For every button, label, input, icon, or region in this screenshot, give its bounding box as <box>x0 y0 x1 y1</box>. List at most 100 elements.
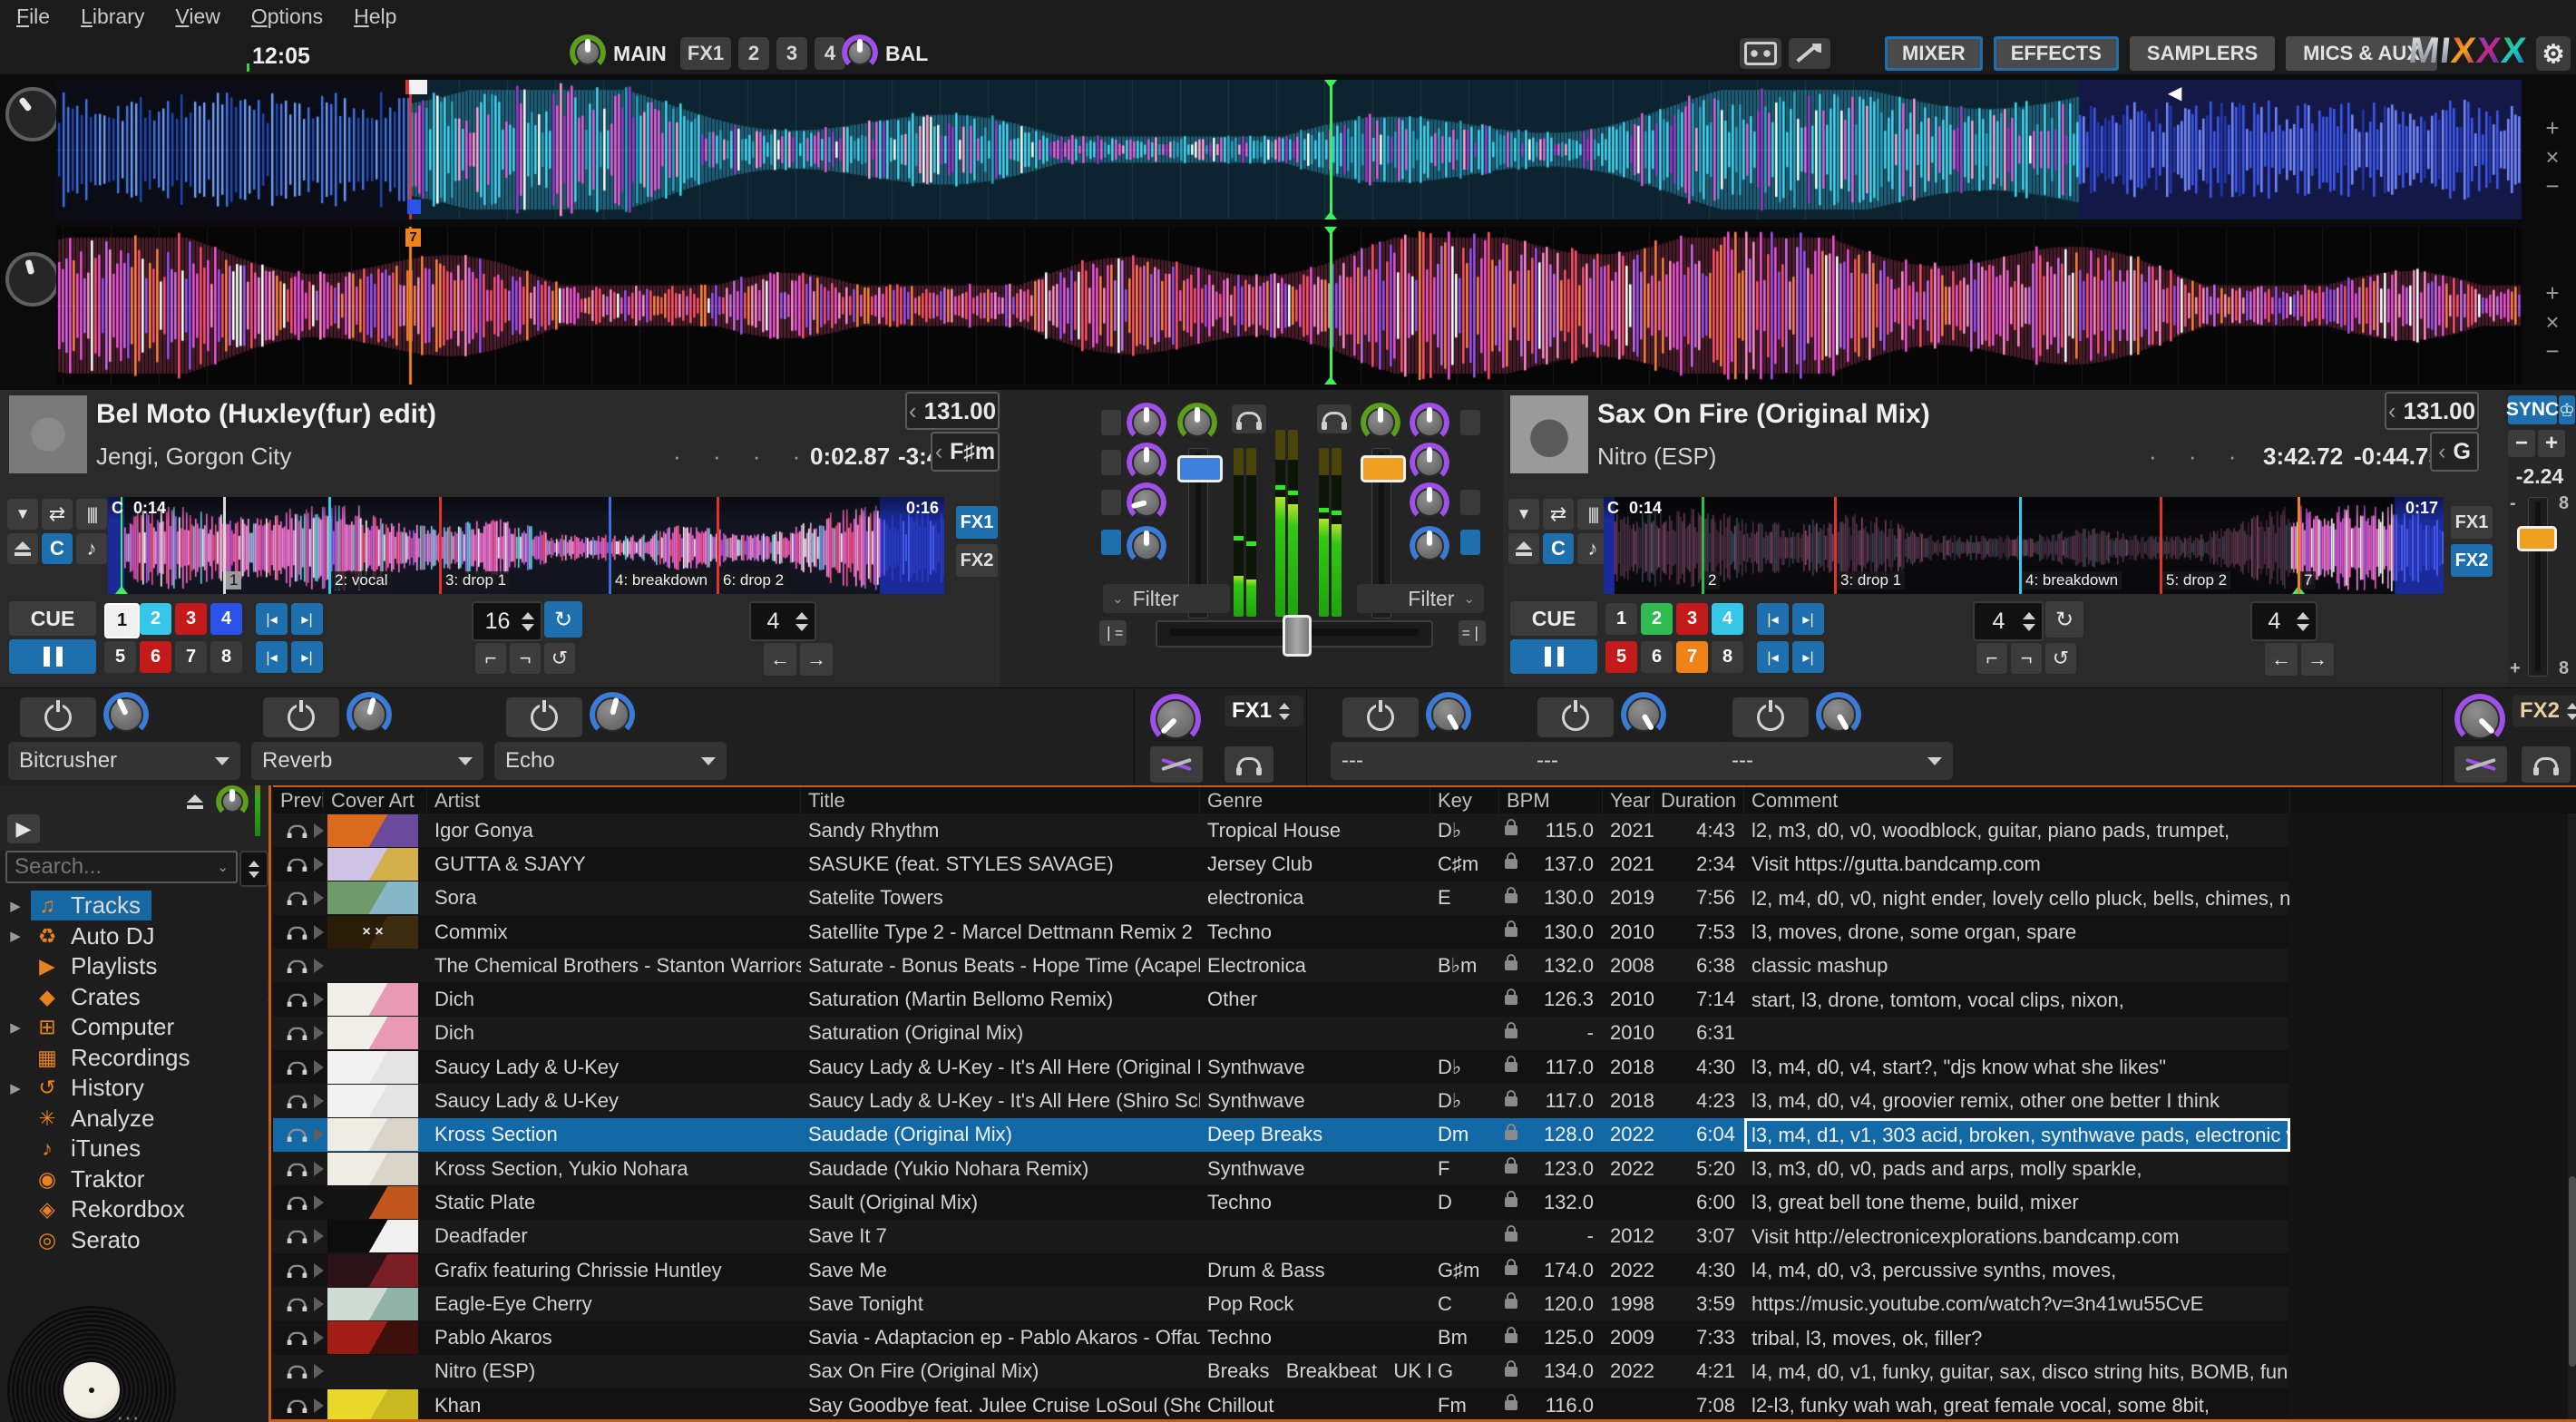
sidebar-item-recordings[interactable]: ▦Recordings <box>0 1043 268 1073</box>
deck1-slip-button[interactable]: C <box>42 533 73 564</box>
deck2-reloop-button[interactable]: ↺ <box>2045 643 2076 674</box>
sidebar-item-analyze[interactable]: ✳Analyze <box>0 1104 268 1134</box>
table-row[interactable]: Saucy Lady & U-KeySaucy Lady & U-Key - I… <box>273 1050 2288 1084</box>
headphone-icon[interactable] <box>288 892 307 904</box>
sidebar-item-rekordbox[interactable]: ◈Rekordbox <box>0 1194 268 1224</box>
bpm-lock-icon[interactable] <box>1505 1299 1517 1309</box>
bpm-lock-icon[interactable] <box>1505 995 1517 1005</box>
deck2-loop-size-spinbox[interactable]: 4 <box>1973 601 2044 641</box>
ch1-gain-knob[interactable] <box>1177 403 1217 443</box>
ch1-fx2-toggle[interactable] <box>1101 450 1121 475</box>
deck1-overview-waveform[interactable]: C 0:14 0:16 12: vocal3: drop 14: breakdo… <box>108 497 944 594</box>
headphone-icon[interactable] <box>288 1231 307 1242</box>
preview-cell[interactable] <box>273 959 324 973</box>
fx1-slot2-enable-button[interactable] <box>263 697 339 737</box>
play-icon[interactable] <box>314 1263 324 1278</box>
deck2-fx2-assign[interactable]: FX2 <box>2451 544 2493 577</box>
fx1-mix-mode-button[interactable] <box>1150 746 1203 783</box>
play-icon[interactable] <box>314 823 324 838</box>
play-icon[interactable] <box>314 1364 324 1378</box>
deck2-cover-art[interactable] <box>1510 395 1588 473</box>
deck1-hotcue-2[interactable]: 2 <box>140 603 171 635</box>
sidebar-item-playlists[interactable]: ▶Playlists <box>0 951 268 981</box>
deck2-beatjump-back-button[interactable]: ← <box>2265 643 2298 676</box>
table-row[interactable]: Kross SectionSaudade (Original Mix)Deep … <box>273 1118 2288 1152</box>
deck1-hotcue-3[interactable]: 3 <box>175 603 207 635</box>
fx1-slot1-enable-button[interactable] <box>20 697 96 737</box>
play-icon[interactable] <box>314 1398 324 1413</box>
deck2-play-pause-button[interactable] <box>1510 639 1597 674</box>
deck1-loop-in-marker-button[interactable]: ⌐ <box>475 643 506 674</box>
expand-arrow-icon[interactable]: ▶ <box>0 1080 31 1096</box>
table-row[interactable]: SoraSatelite TowerselectronicaE130.02019… <box>273 881 2288 915</box>
ch1-quickfx-selector[interactable]: ⌄ Filter <box>1103 584 1230 613</box>
play-icon[interactable] <box>314 1297 324 1311</box>
record-button[interactable] <box>1740 38 1781 69</box>
headphone-icon[interactable] <box>288 1061 307 1073</box>
fx2-mix-mode-button[interactable] <box>2454 746 2507 783</box>
deck2-hotcue-7[interactable]: 7 <box>1676 641 1708 673</box>
sidebar-item-tracks[interactable]: ▶♫Tracks <box>0 891 268 920</box>
fx2-slot1-enable-button[interactable] <box>1342 697 1419 737</box>
preview-cell[interactable] <box>273 891 324 905</box>
deck2-loop-in-button[interactable]: |◂ <box>1757 603 1789 635</box>
spinner-arrows[interactable] <box>795 612 815 631</box>
play-icon[interactable] <box>314 1330 324 1345</box>
deck1-spinny[interactable] <box>5 87 60 141</box>
sidebar-item-itunes[interactable]: ♪iTunes <box>0 1134 268 1164</box>
bpm-lock-icon[interactable] <box>1505 893 1517 903</box>
deck2-loop-out-marker-button[interactable]: ¬ <box>2011 643 2042 674</box>
deck1-loop-in-button[interactable]: |◂ <box>256 603 288 635</box>
deck2-bpm-box[interactable]: ‹131.00 <box>2385 392 2479 430</box>
deck1-hotcue-5[interactable]: 5 <box>104 641 136 673</box>
chevron-down-icon[interactable]: ⌄ <box>217 859 236 875</box>
deck2-hotcue-8[interactable]: 8 <box>1712 641 1743 673</box>
deck2-zoom-in[interactable]: + <box>2534 279 2571 307</box>
column-header-preview[interactable]: Preview <box>273 787 324 813</box>
menu-file[interactable]: File <box>16 5 50 29</box>
table-row[interactable]: DeadfaderSave It 7-20123:07Visit http://… <box>273 1220 2288 1253</box>
fx2-slot3-meta-knob[interactable] <box>1816 692 1861 737</box>
crossfader[interactable] <box>1156 620 1433 648</box>
column-header-title[interactable]: Title <box>801 787 1200 813</box>
preview-cell[interactable] <box>273 1330 324 1345</box>
preview-cell[interactable] <box>273 1229 324 1243</box>
table-row[interactable]: Static PlateSault (Original Mix)TechnoD1… <box>273 1185 2288 1219</box>
main-fx-assign-3[interactable]: 3 <box>776 37 807 70</box>
deck2-hotcue-1[interactable]: 1 <box>1605 603 1637 635</box>
bpm-lock-icon[interactable] <box>1505 1232 1517 1242</box>
headphone-icon[interactable] <box>288 1028 307 1039</box>
ch2-quickfx-toggle[interactable] <box>1460 530 1480 555</box>
table-row[interactable]: Igor GonyaSandy RhythmTropical HouseD♭11… <box>273 813 2288 847</box>
deck1-quantize-button[interactable]: ♪ <box>76 533 107 564</box>
ch1-quickfx-knob[interactable] <box>1127 526 1166 566</box>
deck2-fx1-assign[interactable]: FX1 <box>2451 506 2493 539</box>
deck1-loop-out-button[interactable]: ▸| <box>291 603 323 635</box>
deck1-cover-art[interactable] <box>9 395 87 473</box>
headphone-icon[interactable] <box>288 1264 307 1276</box>
deck1-passthrough-button[interactable]: ▼ <box>7 499 38 530</box>
deck2-jump-end-button[interactable]: ▸| <box>1792 641 1824 673</box>
deck2-sync-button[interactable]: SYNC <box>2508 395 2557 424</box>
play-icon[interactable] <box>314 1026 324 1040</box>
fx2-slot3-enable-button[interactable] <box>1732 697 1809 737</box>
deck2-key-box[interactable]: ‹G <box>2430 432 2479 472</box>
fx1-slot2-meta-knob[interactable] <box>346 692 392 737</box>
ch1-fx3-toggle[interactable] <box>1101 490 1121 515</box>
headphone-icon[interactable] <box>288 1399 307 1411</box>
deck1-play-pause-button[interactable] <box>9 639 96 674</box>
table-row[interactable]: Eagle-Eye CherrySave TonightPop RockC120… <box>273 1287 2288 1320</box>
preview-cell[interactable] <box>273 857 324 872</box>
deck1-eject-button[interactable] <box>7 533 38 564</box>
ch1-high-eq-knob[interactable] <box>1127 403 1166 443</box>
menu-help[interactable]: Help <box>354 5 396 29</box>
ch2-gain-knob[interactable] <box>1361 403 1400 443</box>
sidebar-item-history[interactable]: ▶↺History <box>0 1073 268 1103</box>
deck1-bpm-box[interactable]: ‹131.00 <box>905 392 1000 430</box>
headphone-icon[interactable] <box>288 1163 307 1174</box>
fx1-slot3-effect-selector[interactable]: Echo <box>494 742 727 780</box>
headphone-icon[interactable] <box>288 1298 307 1310</box>
deck2-hotcue-2[interactable]: 2 <box>1641 603 1673 635</box>
expand-arrow-icon[interactable]: ▶ <box>0 898 31 914</box>
ch2-mid-eq-knob[interactable] <box>1410 443 1449 482</box>
